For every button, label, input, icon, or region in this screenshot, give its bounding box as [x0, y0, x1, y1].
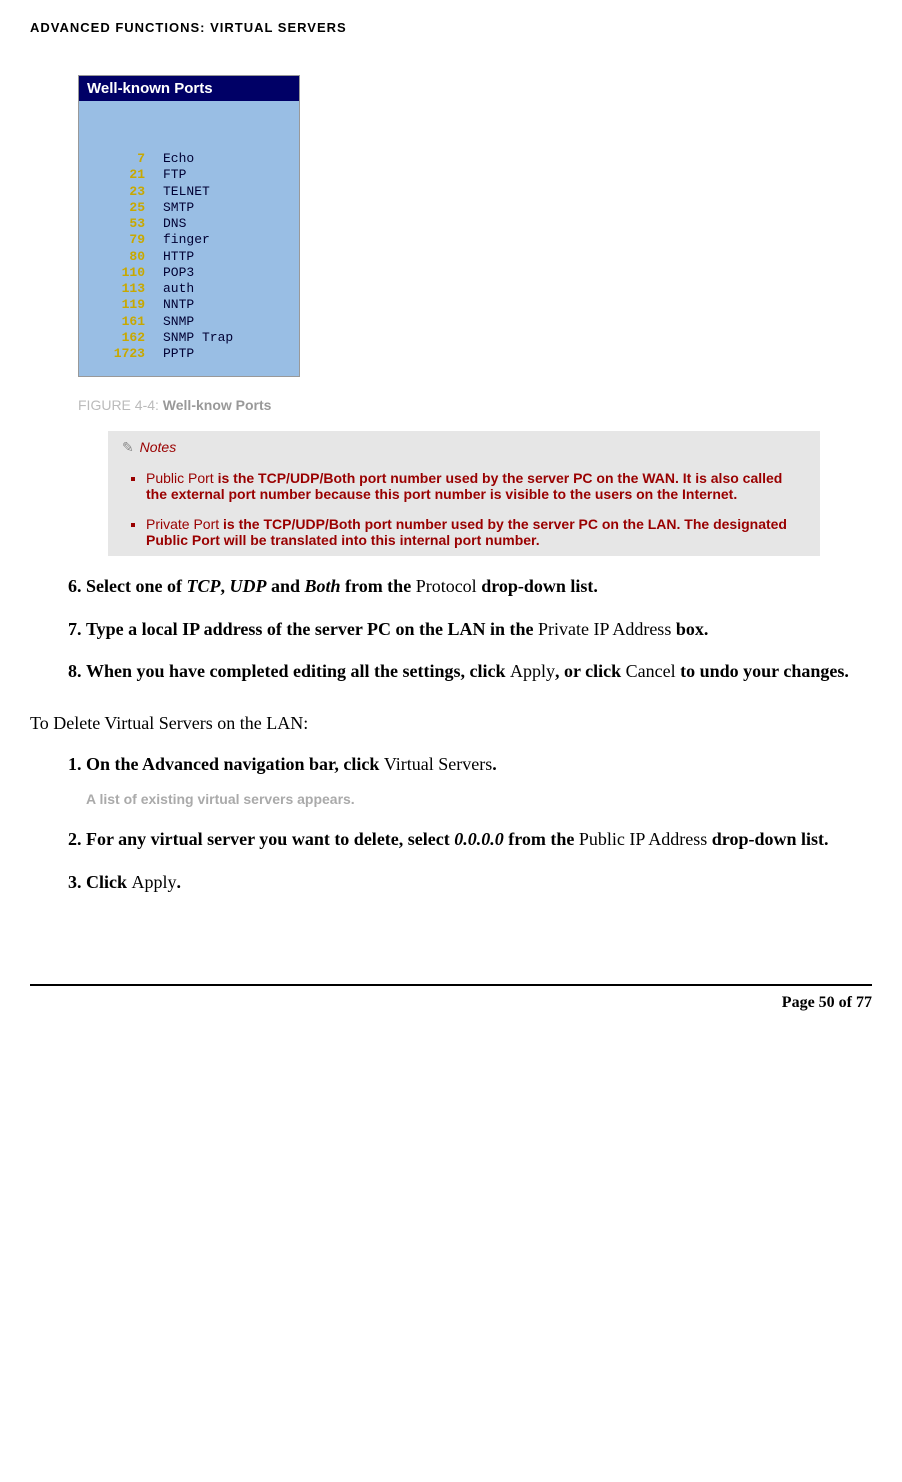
port-number: 7: [89, 151, 163, 167]
sub-note: A list of existing virtual servers appea…: [86, 790, 872, 809]
note-term: Private Port: [146, 516, 219, 532]
port-name: SMTP: [163, 200, 194, 216]
ports-row: 79finger: [89, 232, 289, 248]
notes-header: ✎ Notes: [122, 439, 806, 456]
port-name: finger: [163, 232, 210, 248]
port-name: HTTP: [163, 249, 194, 265]
notes-list: Public Port is the TCP/UDP/Both port num…: [122, 470, 806, 548]
ports-row: 21FTP: [89, 167, 289, 183]
port-number: 161: [89, 314, 163, 330]
step-item: For any virtual server you want to delet…: [86, 827, 872, 851]
notes-title: Notes: [140, 439, 177, 455]
port-number: 21: [89, 167, 163, 183]
steps-list-a: Select one of TCP, UDP and Both from the…: [58, 574, 872, 683]
ports-row: 113auth: [89, 281, 289, 297]
ports-figure: Well-known Ports 7Echo21FTP23TELNET25SMT…: [78, 75, 300, 377]
port-number: 23: [89, 184, 163, 200]
ports-titlebar: Well-known Ports: [79, 76, 299, 101]
notes-box: ✎ Notes Public Port is the TCP/UDP/Both …: [108, 431, 820, 556]
ports-row: 80HTTP: [89, 249, 289, 265]
step-item: When you have completed editing all the …: [86, 659, 872, 683]
port-name: SNMP Trap: [163, 330, 233, 346]
ports-row: 1723PPTP: [89, 346, 289, 362]
port-number: 25: [89, 200, 163, 216]
port-name: POP3: [163, 265, 194, 281]
ports-row: 7Echo: [89, 151, 289, 167]
step-item: Select one of TCP, UDP and Both from the…: [86, 574, 872, 598]
ports-row: 110POP3: [89, 265, 289, 281]
port-name: FTP: [163, 167, 186, 183]
step-item: Type a local IP address of the server PC…: [86, 617, 872, 641]
ports-row: 25SMTP: [89, 200, 289, 216]
ports-row: 23TELNET: [89, 184, 289, 200]
figure-caption: FIGURE 4-4: Well-know Ports: [78, 397, 872, 413]
port-number: 53: [89, 216, 163, 232]
port-number: 119: [89, 297, 163, 313]
figure-label: FIGURE 4-4:: [78, 397, 163, 413]
steps-list-b: On the Advanced navigation bar, click Vi…: [58, 752, 872, 894]
pencil-icon: ✎: [122, 439, 134, 455]
ports-row: 161SNMP: [89, 314, 289, 330]
ports-row: 53DNS: [89, 216, 289, 232]
port-number: 110: [89, 265, 163, 281]
step-item: Click Apply.: [86, 870, 872, 894]
port-number: 80: [89, 249, 163, 265]
port-name: TELNET: [163, 184, 210, 200]
ports-row: 162SNMP Trap: [89, 330, 289, 346]
ports-body: 7Echo21FTP23TELNET25SMTP53DNS79finger80H…: [79, 101, 299, 376]
port-name: DNS: [163, 216, 186, 232]
ports-row: 119NNTP: [89, 297, 289, 313]
page-footer: Page 50 of 77: [30, 984, 872, 1012]
port-number: 1723: [89, 346, 163, 362]
step-item: On the Advanced navigation bar, click Vi…: [86, 752, 872, 809]
note-item: Public Port is the TCP/UDP/Both port num…: [146, 470, 806, 502]
port-number: 113: [89, 281, 163, 297]
note-item: Private Port is the TCP/UDP/Both port nu…: [146, 516, 806, 548]
port-name: NNTP: [163, 297, 194, 313]
port-name: SNMP: [163, 314, 194, 330]
port-name: Echo: [163, 151, 194, 167]
port-number: 79: [89, 232, 163, 248]
port-number: 162: [89, 330, 163, 346]
port-name: PPTP: [163, 346, 194, 362]
figure-title: Well-know Ports: [163, 397, 272, 413]
note-term: Public Port: [146, 470, 214, 486]
section2-heading: To Delete Virtual Servers on the LAN:: [30, 713, 872, 734]
port-name: auth: [163, 281, 194, 297]
page-header: ADVANCED FUNCTIONS: VIRTUAL SERVERS: [30, 20, 872, 35]
